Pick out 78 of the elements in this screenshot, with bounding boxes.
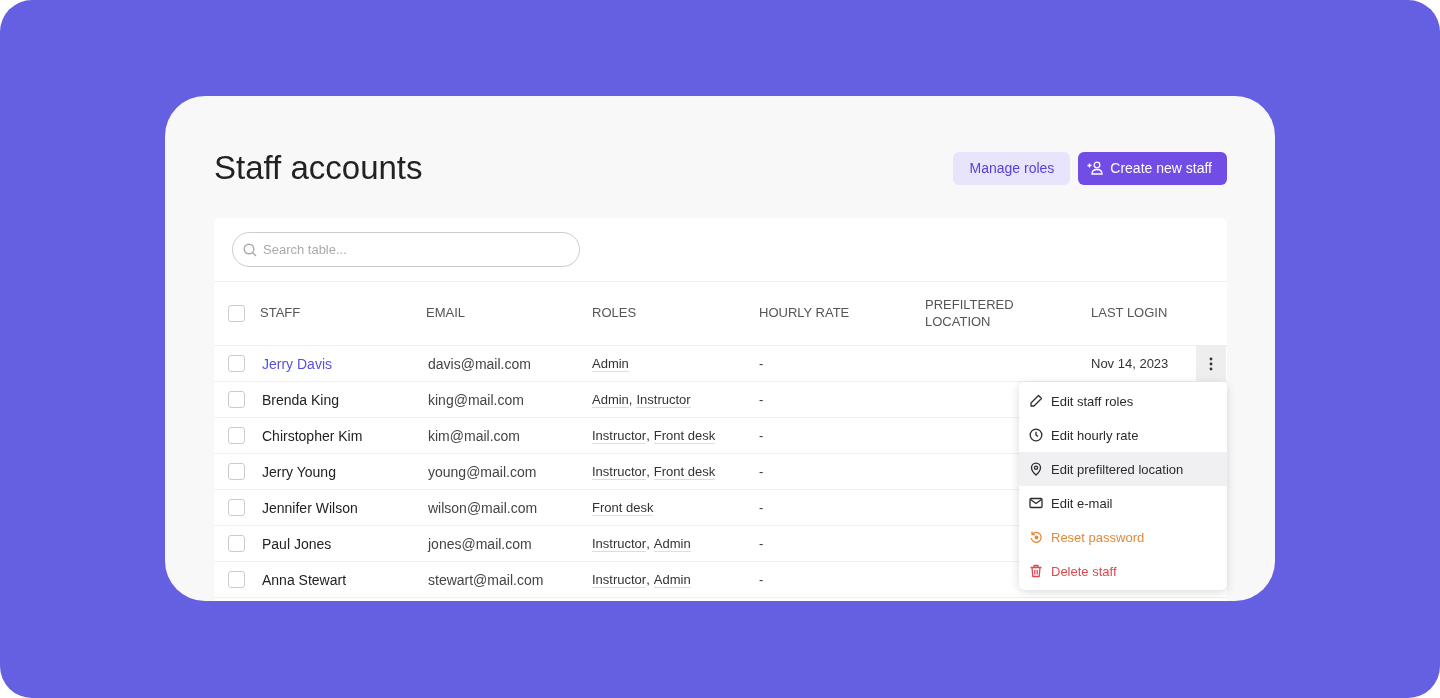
menu-item-label: Reset password <box>1051 529 1145 545</box>
row-checkbox[interactable] <box>228 463 245 480</box>
role-separator: , <box>646 535 650 552</box>
search-field[interactable]: Search table... <box>232 232 580 267</box>
role-separator: , <box>628 391 633 408</box>
column-header: EMAIL <box>426 305 466 322</box>
menu-item[interactable]: Edit e-mail <box>1019 486 1227 520</box>
role-tag: Admin <box>592 355 629 372</box>
email-cell-text: jones@mail.com <box>426 535 533 552</box>
trash-icon <box>1029 564 1043 578</box>
hourly-rate-cell-text: - <box>759 356 765 371</box>
role-tag: Instructor <box>592 571 647 588</box>
pencil-icon <box>1029 394 1043 408</box>
more-icon <box>1209 356 1213 371</box>
row-checkbox[interactable] <box>228 391 245 408</box>
manage-roles-button[interactable]: Manage roles <box>953 151 1071 185</box>
row-checkbox[interactable] <box>228 535 245 552</box>
add-user-icon <box>1087 161 1104 175</box>
menu-item-label: Edit hourly rate <box>1051 427 1139 443</box>
role-tag: Front desk <box>653 463 716 480</box>
role-tag: Instructor <box>636 391 691 408</box>
hourly-rate-cell-text: - <box>759 572 765 587</box>
menu-item-label: Delete staff <box>1051 563 1117 579</box>
menu-item[interactable]: Delete staff <box>1019 554 1227 588</box>
role-tag: Admin <box>653 535 691 552</box>
page-title: Staff accounts <box>214 149 423 187</box>
staff-name: Chirstopher Kim <box>261 427 364 444</box>
menu-item[interactable]: Edit prefiltered location <box>1019 452 1227 486</box>
role-tag: Instructor <box>592 463 647 480</box>
row-checkbox[interactable] <box>228 571 245 588</box>
role-separator: , <box>646 427 650 444</box>
hourly-rate-cell-text: - <box>759 428 765 443</box>
last-login-cell-text: Nov 14, 2023 <box>1091 356 1170 371</box>
staff-name: Paul Jones <box>261 535 333 552</box>
reset-icon <box>1029 530 1043 544</box>
column-header: LAST LOGIN <box>1091 305 1169 322</box>
email-cell-text: kim@mail.com <box>427 427 521 444</box>
staff-name-link[interactable]: Jerry Davis <box>260 355 426 372</box>
email-cell-text: wilson@mail.com <box>427 499 539 516</box>
column-header: PREFILTERED LOCATION <box>925 296 1015 331</box>
role-tag: Admin <box>653 571 691 588</box>
email-cell-text: davis@mail.com <box>427 355 532 372</box>
email-cell-text: king@mail.com <box>427 391 525 408</box>
column-header: ROLES <box>592 305 638 322</box>
staff-name: Brenda King <box>261 391 341 408</box>
role-tag: Instructor <box>592 535 647 552</box>
role-separator: , <box>646 463 650 480</box>
pin-icon <box>1029 462 1043 476</box>
row-checkbox[interactable] <box>228 427 245 444</box>
menu-item[interactable]: Edit staff roles <box>1019 384 1227 418</box>
search-icon <box>243 243 257 257</box>
menu-item-label: Edit prefiltered location <box>1051 461 1184 477</box>
create-staff-button[interactable]: Create new staff <box>1078 151 1227 185</box>
menu-item-label: Edit e-mail <box>1051 495 1113 511</box>
hourly-rate-cell-text: - <box>759 392 765 407</box>
hourly-rate-cell-text: - <box>759 536 765 551</box>
clock-icon <box>1029 428 1043 442</box>
hourly-rate-cell-text: - <box>759 500 765 515</box>
role-tag: Admin <box>592 391 629 408</box>
menu-item[interactable]: Edit hourly rate <box>1019 418 1227 452</box>
role-tag: Instructor <box>592 427 647 444</box>
email-cell-text: stewart@mail.com <box>427 571 545 588</box>
role-separator: , <box>646 571 650 588</box>
email-cell-text: young@mail.com <box>427 463 538 480</box>
menu-item-label: Edit staff roles <box>1051 393 1134 409</box>
mail-icon <box>1029 496 1043 510</box>
select-all-checkbox[interactable] <box>228 305 245 322</box>
row-actions-button[interactable] <box>1196 346 1226 381</box>
staff-name: Jennifer Wilson <box>261 499 359 516</box>
hourly-rate-cell-text: - <box>759 464 765 479</box>
staff-name: Jerry Young <box>261 463 337 480</box>
column-header: HOURLY RATE <box>759 305 851 322</box>
column-header: STAFF <box>260 305 302 322</box>
role-tag: Front desk <box>653 427 716 444</box>
row-checkbox[interactable] <box>228 499 245 516</box>
role-tag: Front desk <box>592 499 654 516</box>
staff-name: Anna Stewart <box>261 571 348 588</box>
row-checkbox[interactable] <box>228 355 245 372</box>
